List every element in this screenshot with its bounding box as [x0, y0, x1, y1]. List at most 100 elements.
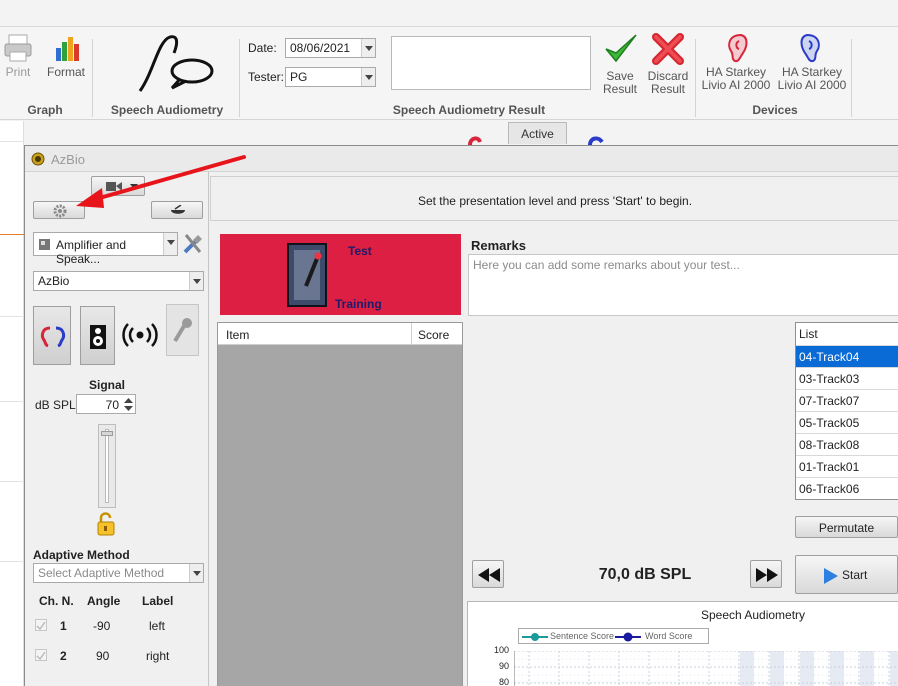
channel-label: left	[149, 619, 166, 633]
printer-icon	[4, 34, 32, 62]
chevron-down-icon[interactable]	[189, 564, 203, 582]
presentation-level: 70,0 dB SPL	[598, 566, 692, 583]
channel-angle: 90	[96, 649, 110, 663]
date-label: Date:	[248, 41, 277, 55]
remarks-textarea[interactable]: Here you can add some remarks about your…	[468, 254, 898, 316]
save-result-button[interactable]: Save Result	[600, 31, 640, 96]
list-item[interactable]: 08-Track08	[796, 433, 898, 455]
save-label-line2: Result	[602, 82, 637, 96]
channel-header-label: Label	[142, 594, 174, 608]
play-icon	[824, 568, 838, 584]
chevron-down-icon[interactable]	[189, 272, 203, 290]
list-item[interactable]: 01-Track01	[796, 455, 898, 477]
start-label: Start	[842, 568, 868, 582]
amplifier-icon	[39, 239, 50, 250]
track-list[interactable]: List 04-Track04 03-Track03 07-Track07 05…	[795, 322, 898, 500]
y-tick-label: 90	[499, 661, 510, 671]
db-spl-spinner[interactable]: 70	[76, 394, 136, 414]
channel-header-ch: Ch. N.	[39, 594, 74, 608]
test-value: AzBio	[38, 274, 70, 288]
device-right-button[interactable]: HA Starkey Livio AI 2000	[776, 31, 848, 92]
y-tick-label: 80	[499, 677, 510, 686]
devices-group-label: Devices	[752, 103, 798, 117]
speech-curve-icon	[138, 35, 214, 92]
table-header: Item Score	[218, 323, 462, 345]
item-score-table[interactable]: Item Score	[217, 322, 463, 686]
chart-title: Speech Audiometry	[700, 608, 806, 622]
speech-audiometry-button[interactable]	[132, 31, 222, 96]
adaptive-method-label: Adaptive Method	[33, 548, 130, 562]
print-button[interactable]: Print	[2, 33, 34, 79]
left-panel: Amplifier and Speak... AzBio Signal dB S…	[25, 172, 209, 686]
channel-header-angle: Angle	[87, 594, 121, 608]
transducer-value: Amplifier and Speak...	[56, 238, 127, 266]
unlock-icon[interactable]	[96, 512, 116, 536]
discard-label-line2: Result	[650, 82, 685, 96]
result-group-label: Speech Audiometry Result	[392, 103, 546, 117]
y-tick-label: 100	[494, 645, 510, 655]
list-item[interactable]: 04-Track04	[796, 345, 898, 367]
rewind-icon	[478, 568, 500, 582]
switch-lever-icon	[287, 243, 327, 307]
chevron-down-icon[interactable]	[361, 68, 375, 86]
previous-button[interactable]	[472, 560, 504, 588]
instruction-bar: Set the presentation level and press 'St…	[210, 176, 898, 221]
slider-thumb[interactable]	[101, 431, 113, 436]
speaker-button[interactable]	[80, 306, 115, 365]
tools-icon[interactable]	[182, 232, 204, 256]
channel-label: right	[146, 649, 170, 663]
background-grid-strip	[0, 121, 24, 686]
chevron-down-icon[interactable]	[163, 233, 177, 255]
next-button[interactable]	[750, 560, 782, 588]
discard-result-button[interactable]: Discard Result	[646, 31, 690, 96]
channel-checkbox[interactable]	[35, 619, 47, 631]
azbio-window: AzBio Amplifier and Speak... AzBio Signa…	[24, 145, 898, 686]
test-select[interactable]: AzBio	[33, 271, 204, 291]
list-item[interactable]: 07-Track07	[796, 389, 898, 411]
permutate-button[interactable]: Permutate	[795, 516, 898, 538]
print-label: Print	[5, 65, 31, 79]
spinner-arrows-icon[interactable]	[124, 397, 133, 412]
level-slider[interactable]	[98, 424, 116, 508]
chevron-down-icon[interactable]	[361, 39, 375, 57]
ribbon-separator	[851, 39, 852, 117]
speaker-icon	[90, 325, 106, 349]
training-mode-label: Training	[335, 297, 382, 311]
column-header-score[interactable]: Score	[418, 328, 449, 342]
chart-legend: Sentence Score Word Score	[518, 628, 709, 644]
start-button[interactable]: Start	[795, 555, 898, 594]
speech-group-label: Speech Audiometry	[110, 103, 224, 117]
list-item[interactable]: 06-Track06	[796, 477, 898, 499]
speech-audiometry-chart: Speech Audiometry Sentence Score Word Sc…	[467, 601, 898, 686]
date-picker[interactable]: 08/06/2021	[285, 38, 376, 58]
tester-value: PG	[290, 70, 308, 84]
device-right-line2: Livio AI 2000	[777, 78, 847, 92]
device-left-button[interactable]: HA Starkey Livio AI 2000	[700, 31, 772, 92]
tester-label: Tester:	[248, 70, 285, 84]
legend-marker-sentence	[522, 633, 548, 641]
format-button[interactable]: Format	[45, 33, 87, 79]
graph-group-label: Graph	[27, 103, 63, 117]
db-spl-value: 70	[105, 398, 119, 412]
list-item[interactable]: 05-Track05	[796, 411, 898, 433]
format-label: Format	[46, 65, 85, 79]
check-icon	[605, 34, 637, 63]
adaptive-method-select[interactable]: Select Adaptive Method	[33, 563, 204, 583]
transducer-select[interactable]: Amplifier and Speak...	[33, 232, 178, 266]
broadcast-icon[interactable]	[122, 322, 158, 348]
app-icon	[31, 152, 45, 166]
column-header-item[interactable]: Item	[226, 328, 249, 342]
test-training-toggle[interactable]: Test Training	[220, 234, 461, 315]
legend-marker-word	[615, 632, 641, 642]
db-spl-label: dB SPL	[35, 398, 76, 412]
result-text-box[interactable]	[391, 36, 591, 90]
list-item[interactable]: 03-Track03	[796, 367, 898, 389]
annotation-arrow	[76, 155, 246, 208]
microphone-button[interactable]	[166, 304, 199, 356]
signal-label: Signal	[89, 378, 126, 392]
channel-angle: -90	[93, 619, 111, 633]
ears-button[interactable]	[33, 306, 71, 365]
channel-checkbox[interactable]	[35, 649, 47, 661]
tester-select[interactable]: PG	[285, 67, 376, 87]
channel-number: 1	[60, 619, 67, 633]
